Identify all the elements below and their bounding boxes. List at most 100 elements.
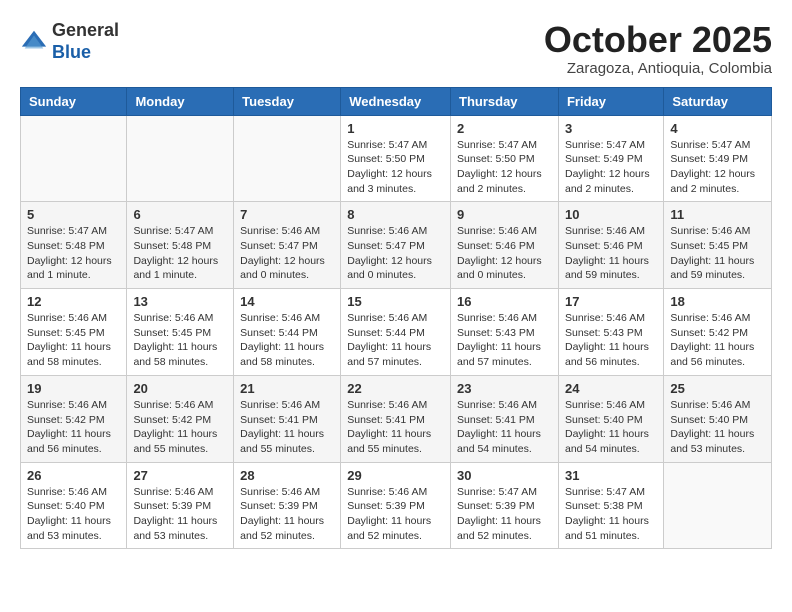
day-number: 14 [240,294,334,309]
calendar-cell: 21 Sunrise: 5:46 AM Sunset: 5:41 PM Dayli… [234,375,341,462]
weekday-header-tuesday: Tuesday [234,87,341,115]
calendar-cell: 5Sunrise: 5:47 AM Sunset: 5:48 PM Daylig… [21,202,127,289]
day-info: Sunrise: 5:46 AM Sunset: 5:42 PM Dayligh… [670,311,765,370]
calendar-cell: 10 Sunrise: 5:46 AM Sunset: 5:46 PM Dayli… [558,202,663,289]
calendar-header: SundayMondayTuesdayWednesdayThursdayFrid… [21,87,772,115]
day-info: Sunrise: 5:46 AM Sunset: 5:41 PM Dayligh… [457,398,552,457]
day-info: Sunrise: 5:46 AM Sunset: 5:45 PM Dayligh… [27,311,120,370]
day-info: Sunrise: 5:46 AM Sunset: 5:45 PM Dayligh… [133,311,227,370]
day-info: Sunrise: 5:46 AM Sunset: 5:43 PM Dayligh… [457,311,552,370]
calendar-cell: 19 Sunrise: 5:46 AM Sunset: 5:42 PM Dayli… [21,375,127,462]
day-number: 6 [133,207,227,222]
title-section: October 2025 Zaragoza, Antioquia, Colomb… [544,20,772,77]
day-number: 23 [457,381,552,396]
day-number: 13 [133,294,227,309]
calendar-cell: 4 Sunrise: 5:47 AM Sunset: 5:49 PM Daylig… [664,115,772,202]
day-info: Sunrise: 5:46 AM Sunset: 5:42 PM Dayligh… [133,398,227,457]
day-info: Sunrise: 5:46 AM Sunset: 5:46 PM Dayligh… [565,224,657,283]
calendar-week-3: 12 Sunrise: 5:46 AM Sunset: 5:45 PM Dayli… [21,289,772,376]
day-info: Sunrise: 5:47 AM Sunset: 5:49 PM Dayligh… [565,138,657,197]
day-number: 28 [240,468,334,483]
day-number: 19 [27,381,120,396]
calendar-cell: 27 Sunrise: 5:46 AM Sunset: 5:39 PM Dayli… [127,462,234,549]
calendar-cell: 9 Sunrise: 5:46 AM Sunset: 5:46 PM Daylig… [451,202,559,289]
calendar-cell: 23 Sunrise: 5:46 AM Sunset: 5:41 PM Dayli… [451,375,559,462]
calendar-cell [127,115,234,202]
calendar-cell: 18 Sunrise: 5:46 AM Sunset: 5:42 PM Dayli… [664,289,772,376]
day-number: 21 [240,381,334,396]
calendar-body: 1 Sunrise: 5:47 AM Sunset: 5:50 PM Daylig… [21,115,772,549]
weekday-header-saturday: Saturday [664,87,772,115]
day-number: 1 [347,121,444,136]
calendar-cell: 2 Sunrise: 5:47 AM Sunset: 5:50 PM Daylig… [451,115,559,202]
day-number: 16 [457,294,552,309]
day-number: 22 [347,381,444,396]
day-info: Sunrise: 5:47 AM Sunset: 5:38 PM Dayligh… [565,485,657,544]
day-number: 11 [670,207,765,222]
weekday-header-wednesday: Wednesday [341,87,451,115]
day-info: Sunrise: 5:46 AM Sunset: 5:47 PM Dayligh… [240,224,334,283]
day-info: Sunrise: 5:47 AM Sunset: 5:49 PM Dayligh… [670,138,765,197]
day-number: 17 [565,294,657,309]
calendar-cell: 20 Sunrise: 5:46 AM Sunset: 5:42 PM Dayli… [127,375,234,462]
day-info: Sunrise: 5:46 AM Sunset: 5:39 PM Dayligh… [347,485,444,544]
page-header: General Blue October 2025 Zaragoza, Anti… [20,20,772,77]
calendar-cell: 14Sunrise: 5:46 AM Sunset: 5:44 PM Dayli… [234,289,341,376]
day-number: 26 [27,468,120,483]
day-number: 30 [457,468,552,483]
day-number: 18 [670,294,765,309]
calendar-cell: 24 Sunrise: 5:46 AM Sunset: 5:40 PM Dayli… [558,375,663,462]
logo-blue-text: Blue [52,42,91,62]
day-info: Sunrise: 5:47 AM Sunset: 5:39 PM Dayligh… [457,485,552,544]
day-info: Sunrise: 5:46 AM Sunset: 5:41 PM Dayligh… [347,398,444,457]
calendar-week-2: 5Sunrise: 5:47 AM Sunset: 5:48 PM Daylig… [21,202,772,289]
day-number: 12 [27,294,120,309]
day-info: Sunrise: 5:46 AM Sunset: 5:40 PM Dayligh… [565,398,657,457]
calendar-cell [234,115,341,202]
logo-icon [20,28,48,56]
day-info: Sunrise: 5:47 AM Sunset: 5:50 PM Dayligh… [457,138,552,197]
day-number: 29 [347,468,444,483]
calendar-cell: 30 Sunrise: 5:47 AM Sunset: 5:39 PM Dayli… [451,462,559,549]
calendar-cell: 8 Sunrise: 5:46 AM Sunset: 5:47 PM Daylig… [341,202,451,289]
day-info: Sunrise: 5:46 AM Sunset: 5:44 PM Dayligh… [347,311,444,370]
day-number: 15 [347,294,444,309]
day-info: Sunrise: 5:47 AM Sunset: 5:50 PM Dayligh… [347,138,444,197]
calendar-week-4: 19 Sunrise: 5:46 AM Sunset: 5:42 PM Dayli… [21,375,772,462]
day-number: 10 [565,207,657,222]
day-info: Sunrise: 5:46 AM Sunset: 5:42 PM Dayligh… [27,398,120,457]
logo-general-text: General [52,20,119,40]
day-info: Sunrise: 5:46 AM Sunset: 5:46 PM Dayligh… [457,224,552,283]
day-number: 4 [670,121,765,136]
day-number: 27 [133,468,227,483]
calendar-cell: 12 Sunrise: 5:46 AM Sunset: 5:45 PM Dayli… [21,289,127,376]
calendar-cell: 7 Sunrise: 5:46 AM Sunset: 5:47 PM Daylig… [234,202,341,289]
calendar-cell: 22 Sunrise: 5:46 AM Sunset: 5:41 PM Dayli… [341,375,451,462]
day-number: 8 [347,207,444,222]
calendar-cell: 31 Sunrise: 5:47 AM Sunset: 5:38 PM Dayli… [558,462,663,549]
day-number: 5 [27,207,120,222]
calendar-cell: 29 Sunrise: 5:46 AM Sunset: 5:39 PM Dayli… [341,462,451,549]
day-number: 31 [565,468,657,483]
day-info: Sunrise: 5:46 AM Sunset: 5:39 PM Dayligh… [133,485,227,544]
calendar-cell: 1 Sunrise: 5:47 AM Sunset: 5:50 PM Daylig… [341,115,451,202]
day-info: Sunrise: 5:46 AM Sunset: 5:43 PM Dayligh… [565,311,657,370]
calendar-cell: 6Sunrise: 5:47 AM Sunset: 5:48 PM Daylig… [127,202,234,289]
calendar-cell: 13 Sunrise: 5:46 AM Sunset: 5:45 PM Dayli… [127,289,234,376]
day-number: 25 [670,381,765,396]
calendar-cell: 28 Sunrise: 5:46 AM Sunset: 5:39 PM Dayli… [234,462,341,549]
logo: General Blue [20,20,119,63]
calendar-cell: 16 Sunrise: 5:46 AM Sunset: 5:43 PM Dayli… [451,289,559,376]
day-number: 7 [240,207,334,222]
calendar-cell: 3 Sunrise: 5:47 AM Sunset: 5:49 PM Daylig… [558,115,663,202]
day-number: 2 [457,121,552,136]
day-number: 20 [133,381,227,396]
day-info: Sunrise: 5:46 AM Sunset: 5:41 PM Dayligh… [240,398,334,457]
day-number: 3 [565,121,657,136]
weekday-header-sunday: Sunday [21,87,127,115]
day-info: Sunrise: 5:46 AM Sunset: 5:39 PM Dayligh… [240,485,334,544]
day-info: Sunrise: 5:46 AM Sunset: 5:47 PM Dayligh… [347,224,444,283]
day-number: 9 [457,207,552,222]
calendar-cell: 25Sunrise: 5:46 AM Sunset: 5:40 PM Dayli… [664,375,772,462]
day-number: 24 [565,381,657,396]
